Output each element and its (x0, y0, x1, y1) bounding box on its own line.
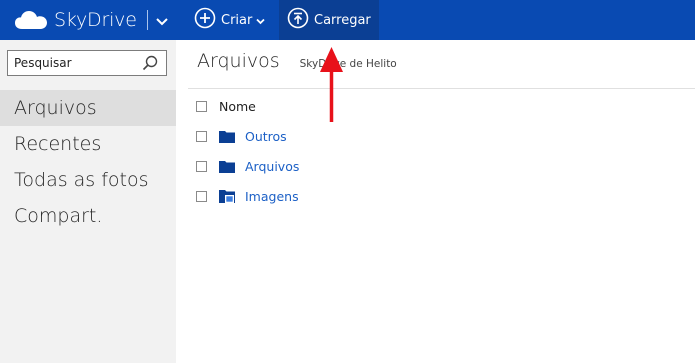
nav-item-recentes[interactable]: Recentes (0, 126, 176, 162)
chevron-down-icon (256, 14, 265, 29)
file-name[interactable]: Imagens (245, 189, 299, 204)
select-all-checkbox[interactable] (196, 100, 207, 112)
app-title: SkyDrive (54, 9, 137, 31)
header-divider (188, 88, 695, 89)
file-name[interactable]: Arquivos (245, 159, 299, 174)
upload-button[interactable]: Carregar (279, 0, 379, 40)
cloud-logo-icon (14, 9, 48, 31)
column-header-name[interactable]: Nome (219, 99, 256, 114)
plus-circle-icon (194, 7, 216, 33)
brand-separator (146, 10, 148, 30)
app-brand[interactable]: SkyDrive (14, 0, 168, 40)
top-bar: SkyDrive Criar Carregar (0, 0, 695, 40)
chevron-down-icon[interactable] (155, 17, 168, 26)
folder-icon (219, 159, 235, 173)
row-checkbox[interactable] (196, 160, 207, 172)
folder-icon (219, 129, 235, 143)
left-navigation: Arquivos Recentes Todas as fotos Compart… (0, 40, 176, 363)
file-row[interactable]: Outros (196, 127, 287, 145)
upload-button-label: Carregar (314, 12, 371, 28)
column-header: Nome (196, 97, 256, 115)
pictures-folder-icon (219, 189, 235, 203)
search-box[interactable] (7, 50, 167, 76)
nav-list: Arquivos Recentes Todas as fotos Compart… (0, 90, 176, 234)
search-input[interactable] (8, 51, 142, 75)
nav-item-todas-as-fotos[interactable]: Todas as fotos (0, 162, 176, 198)
search-icon[interactable] (142, 55, 158, 75)
new-button-label: Criar (221, 12, 253, 28)
file-row[interactable]: Imagens (196, 187, 299, 205)
page-title: Arquivos (197, 50, 280, 72)
row-checkbox[interactable] (196, 130, 207, 142)
upload-circle-icon (287, 7, 309, 33)
nav-item-compart[interactable]: Compart. (0, 198, 176, 234)
file-name[interactable]: Outros (245, 129, 287, 144)
nav-item-arquivos[interactable]: Arquivos (0, 90, 176, 126)
main-content: Arquivos SkyDrive de Helito Nome Outros … (176, 40, 695, 363)
page-subtitle[interactable]: SkyDrive de Helito (300, 58, 397, 70)
breadcrumb: Arquivos SkyDrive de Helito (197, 50, 397, 76)
new-button[interactable]: Criar (194, 0, 265, 40)
row-checkbox[interactable] (196, 190, 207, 202)
file-row[interactable]: Arquivos (196, 157, 299, 175)
